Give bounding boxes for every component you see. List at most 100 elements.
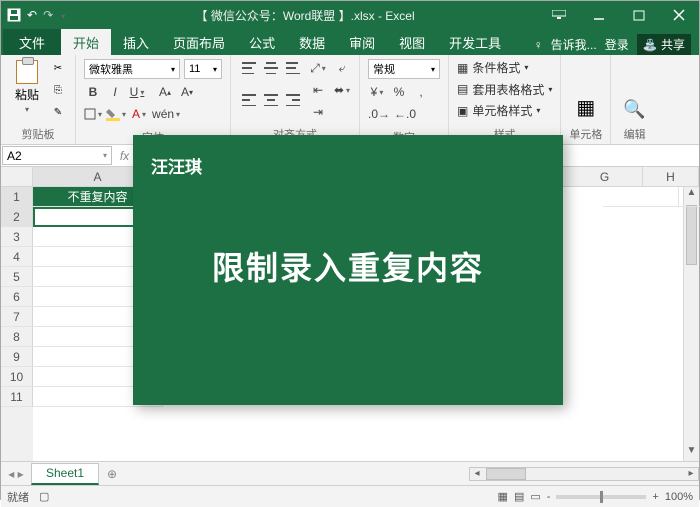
align-center-icon[interactable] [261, 91, 281, 109]
row-header[interactable]: 10 [1, 367, 33, 387]
decrease-indent-icon[interactable]: ⇤ [309, 81, 327, 99]
increase-decimal-icon[interactable]: .0→ [368, 105, 390, 123]
scroll-thumb[interactable] [486, 468, 526, 480]
maximize-button[interactable] [619, 1, 659, 29]
tab-layout[interactable]: 页面布局 [161, 29, 237, 55]
orientation-icon[interactable]: ⤢ [309, 59, 327, 77]
cell[interactable] [679, 187, 700, 207]
percent-icon[interactable]: % [390, 83, 408, 101]
increase-indent-icon[interactable]: ⇥ [309, 103, 327, 121]
fill-color-button[interactable] [106, 105, 126, 123]
scroll-right-icon[interactable]: ▸ [684, 468, 698, 479]
group-styles: ▦条件格式▾ ▤套用表格格式▾ ▣单元格样式▾ 样式 [449, 55, 561, 144]
grow-font-icon[interactable]: A▴ [156, 83, 174, 101]
tab-home[interactable]: 开始 [61, 29, 111, 55]
row-headers: 1 2 3 4 5 6 7 8 9 10 11 [1, 187, 33, 461]
row-header[interactable]: 4 [1, 247, 33, 267]
cond-format-icon: ▦ [457, 61, 468, 75]
paste-button[interactable]: 粘贴 ▾ [9, 59, 45, 115]
share-button[interactable]: ⛲ 共享 [637, 34, 691, 55]
zoom-level[interactable]: 100% [665, 491, 693, 503]
vertical-scrollbar[interactable]: ▲ ▼ [683, 187, 699, 461]
scroll-thumb[interactable] [686, 205, 697, 265]
conditional-format-button[interactable]: ▦条件格式▾ [457, 59, 552, 76]
undo-icon[interactable]: ↶ [27, 8, 37, 22]
align-top-icon[interactable] [239, 59, 259, 77]
row-header[interactable]: 8 [1, 327, 33, 347]
horizontal-scrollbar[interactable]: ◂ ▸ [469, 467, 699, 481]
scroll-down-icon[interactable]: ▼ [684, 445, 699, 461]
view-pagebreak-icon[interactable]: ▭ [530, 490, 540, 503]
view-layout-icon[interactable]: ▤ [514, 490, 524, 503]
tab-file[interactable]: 文件 [3, 29, 61, 55]
row-header[interactable]: 5 [1, 267, 33, 287]
row-header[interactable]: 11 [1, 387, 33, 407]
overlay-logo: 汪汪琪 [151, 153, 202, 178]
wrap-text-icon[interactable]: ⤶ [333, 59, 351, 77]
merge-cells-icon[interactable]: ⬌ [333, 81, 351, 99]
col-header-G[interactable]: G [567, 167, 643, 187]
align-left-icon[interactable] [239, 91, 259, 109]
zoom-in-button[interactable]: + [652, 491, 658, 503]
tab-insert[interactable]: 插入 [111, 29, 161, 55]
font-size-select[interactable]: 11▾ [184, 59, 222, 79]
macro-record-icon[interactable]: ▢ [39, 490, 49, 503]
row-header[interactable]: 7 [1, 307, 33, 327]
zoom-out-button[interactable]: - [547, 491, 551, 503]
decrease-decimal-icon[interactable]: ←.0 [394, 105, 416, 123]
redo-icon[interactable]: ↷ [43, 8, 53, 22]
window-title: 【 微信公众号：Word联盟 】.xlsx - Excel [71, 7, 539, 24]
row-header[interactable]: 6 [1, 287, 33, 307]
login-link[interactable]: 登录 [605, 36, 629, 53]
italic-button[interactable]: I [106, 83, 124, 101]
overlay-card: 汪汪琪 限制录入重复内容 [133, 135, 563, 405]
underline-button[interactable]: U [128, 83, 146, 101]
sheet-tab[interactable]: Sheet1 [31, 463, 99, 485]
copy-icon[interactable]: ⎘ [49, 81, 67, 99]
minimize-button[interactable] [579, 1, 619, 29]
find-icon[interactable]: 🔍 [623, 99, 645, 120]
tab-data[interactable]: 数据 [287, 29, 337, 55]
bold-button[interactable]: B [84, 83, 102, 101]
shrink-font-icon[interactable]: A▾ [178, 83, 196, 101]
border-button[interactable] [84, 105, 102, 123]
font-color-button[interactable]: A [130, 105, 148, 123]
scroll-left-icon[interactable]: ◂ [470, 468, 484, 479]
cut-icon[interactable]: ✂ [49, 59, 67, 77]
select-all-corner[interactable] [1, 167, 33, 187]
tab-formula[interactable]: 公式 [237, 29, 287, 55]
qat-more-icon[interactable] [59, 8, 65, 22]
row-header[interactable]: 2 [1, 207, 33, 227]
row-header[interactable]: 9 [1, 347, 33, 367]
format-painter-icon[interactable]: ✎ [49, 103, 67, 121]
align-middle-icon[interactable] [261, 59, 281, 77]
format-as-table-button[interactable]: ▤套用表格格式▾ [457, 81, 552, 98]
tab-dev[interactable]: 开发工具 [437, 29, 513, 55]
tab-nav[interactable]: ◂ ▸ [1, 467, 31, 481]
cell[interactable] [603, 187, 679, 207]
col-header-H[interactable]: H [643, 167, 699, 187]
add-sheet-button[interactable]: ⊕ [99, 467, 125, 481]
name-box[interactable]: A2▾ [2, 146, 112, 165]
group-editing: 🔍 编辑 [611, 55, 657, 144]
sheet-tab-bar: ◂ ▸ Sheet1 ⊕ ◂ ▸ [1, 461, 699, 485]
phonetic-button[interactable]: wén [152, 105, 180, 123]
row-header[interactable]: 3 [1, 227, 33, 247]
tab-view[interactable]: 视图 [387, 29, 437, 55]
close-button[interactable] [659, 1, 699, 29]
ribbon-options-icon[interactable] [539, 1, 579, 29]
tell-me[interactable]: 告诉我... [551, 36, 597, 53]
save-icon[interactable] [7, 8, 21, 22]
align-right-icon[interactable] [283, 91, 303, 109]
row-header[interactable]: 1 [1, 187, 33, 207]
font-name-select[interactable]: 微软雅黑▾ [84, 59, 180, 79]
view-normal-icon[interactable]: ▦ [498, 490, 508, 503]
accounting-format-icon[interactable]: ¥ [368, 83, 386, 101]
cell-styles-button[interactable]: ▣单元格样式▾ [457, 102, 552, 119]
zoom-slider[interactable] [556, 495, 646, 499]
cells-icon[interactable]: ▦ [576, 95, 595, 120]
number-format-select[interactable]: 常规▾ [368, 59, 440, 79]
comma-icon[interactable]: , [412, 83, 430, 101]
align-bottom-icon[interactable] [283, 59, 303, 77]
tab-review[interactable]: 审阅 [337, 29, 387, 55]
